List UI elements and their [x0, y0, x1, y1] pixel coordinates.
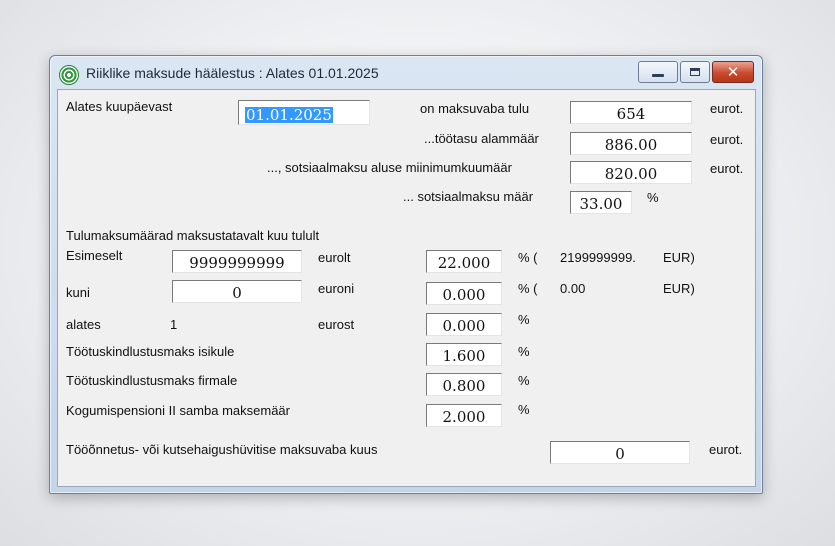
row1-label: Esimeselt: [66, 248, 123, 263]
unemployment-person-value: 1.600: [442, 347, 486, 365]
social-min-field[interactable]: 820.00: [570, 161, 692, 184]
title-bar[interactable]: Riiklike maksude häälestus : Alates 01.0…: [50, 56, 762, 90]
pension-value: 2.000: [442, 408, 486, 426]
social-rate-pct: %: [647, 190, 659, 205]
row2-amount: 0: [232, 284, 242, 302]
row2-amount-field[interactable]: 0: [172, 280, 302, 303]
min-wage-unit: eurot.: [710, 132, 744, 147]
pension-label: Kogumispensioni II samba maksemäär: [66, 403, 290, 418]
unemployment-company-pct: %: [518, 373, 530, 388]
row2-suffix: euroni: [318, 281, 355, 296]
accident-value: 0: [615, 445, 625, 463]
tax-free-label: on maksuvaba tulu: [420, 101, 530, 116]
row2-pct: % (: [518, 281, 538, 296]
caption-buttons: ✕: [638, 61, 754, 83]
unemployment-company-value: 0.800: [442, 377, 486, 395]
close-button[interactable]: ✕: [712, 61, 754, 83]
row1-rate-field[interactable]: 22.000: [426, 250, 502, 273]
row1-amount-field[interactable]: 9999999999: [172, 250, 302, 273]
close-icon: ✕: [726, 62, 740, 81]
social-rate-label: ... sotsiaalmaksu määr: [403, 189, 534, 204]
accident-unit: eurot.: [709, 442, 743, 457]
social-min-unit: eurot.: [710, 161, 744, 176]
minimize-icon: [652, 73, 664, 77]
row2-label: kuni: [66, 285, 90, 300]
accident-field[interactable]: 0: [550, 441, 690, 464]
unemployment-person-field[interactable]: 1.600: [426, 343, 502, 366]
date-field[interactable]: 01.01.2025: [238, 100, 370, 125]
unemployment-person-label: Töötuskindlustusmaks isikule: [66, 344, 235, 359]
tax-free-value: 654: [616, 105, 646, 123]
social-min-label: ..., sotsiaalmaksu aluse miinimumkuumäär: [267, 160, 512, 175]
row1-rate: 22.000: [437, 254, 491, 272]
social-rate-value: 33.00: [579, 195, 623, 213]
row1-extra-currency: EUR): [663, 250, 695, 265]
social-min-value: 820.00: [604, 165, 658, 183]
row3-label: alates: [66, 317, 101, 332]
row2-extra-amount: 0.00: [560, 281, 586, 296]
row2-rate: 0.000: [442, 286, 486, 304]
row2-rate-field[interactable]: 0.000: [426, 282, 502, 305]
settings-window: Riiklike maksude häälestus : Alates 01.0…: [49, 55, 763, 494]
app-spiral-icon[interactable]: [59, 65, 79, 85]
date-label: Alates kuupäevast: [66, 99, 173, 114]
tax-free-unit: eurot.: [710, 101, 744, 116]
unemployment-company-field[interactable]: 0.800: [426, 373, 502, 396]
unemployment-company-label: Töötuskindlustusmaks firmale: [66, 373, 238, 388]
min-wage-value: 886.00: [604, 136, 658, 154]
pension-pct: %: [518, 402, 530, 417]
date-value: 01.01.2025: [245, 106, 333, 124]
row3-amount: 1: [170, 317, 178, 332]
row3-pct: %: [518, 312, 530, 327]
row3-rate: 0.000: [442, 317, 486, 335]
unemployment-person-pct: %: [518, 344, 530, 359]
row1-pct: % (: [518, 250, 538, 265]
row1-extra-amount: 2199999999.: [560, 250, 636, 265]
income-tax-heading: Tulumaksumäärad maksustatavalt kuu tulul…: [66, 228, 320, 243]
row3-suffix: eurost: [318, 317, 355, 332]
minimize-button[interactable]: [638, 61, 678, 83]
form-area: Alates kuupäevast 01.01.2025 on maksuvab…: [57, 89, 756, 487]
row2-extra-currency: EUR): [663, 281, 695, 296]
row1-suffix: eurolt: [318, 250, 351, 265]
pension-field[interactable]: 2.000: [426, 404, 502, 427]
row3-rate-field[interactable]: 0.000: [426, 313, 502, 336]
min-wage-label: ...töötasu alammäär: [424, 131, 539, 146]
tax-free-field[interactable]: 654: [570, 101, 692, 124]
social-rate-field[interactable]: 33.00: [570, 191, 632, 214]
accident-label: Tööõnnetus- või kutsehaigushüvitise maks…: [66, 442, 378, 457]
maximize-button[interactable]: [680, 61, 710, 83]
maximize-icon: [690, 68, 700, 76]
row1-amount: 9999999999: [189, 254, 285, 272]
window-title: Riiklike maksude häälestus : Alates 01.0…: [86, 65, 379, 81]
min-wage-field[interactable]: 886.00: [570, 132, 692, 155]
